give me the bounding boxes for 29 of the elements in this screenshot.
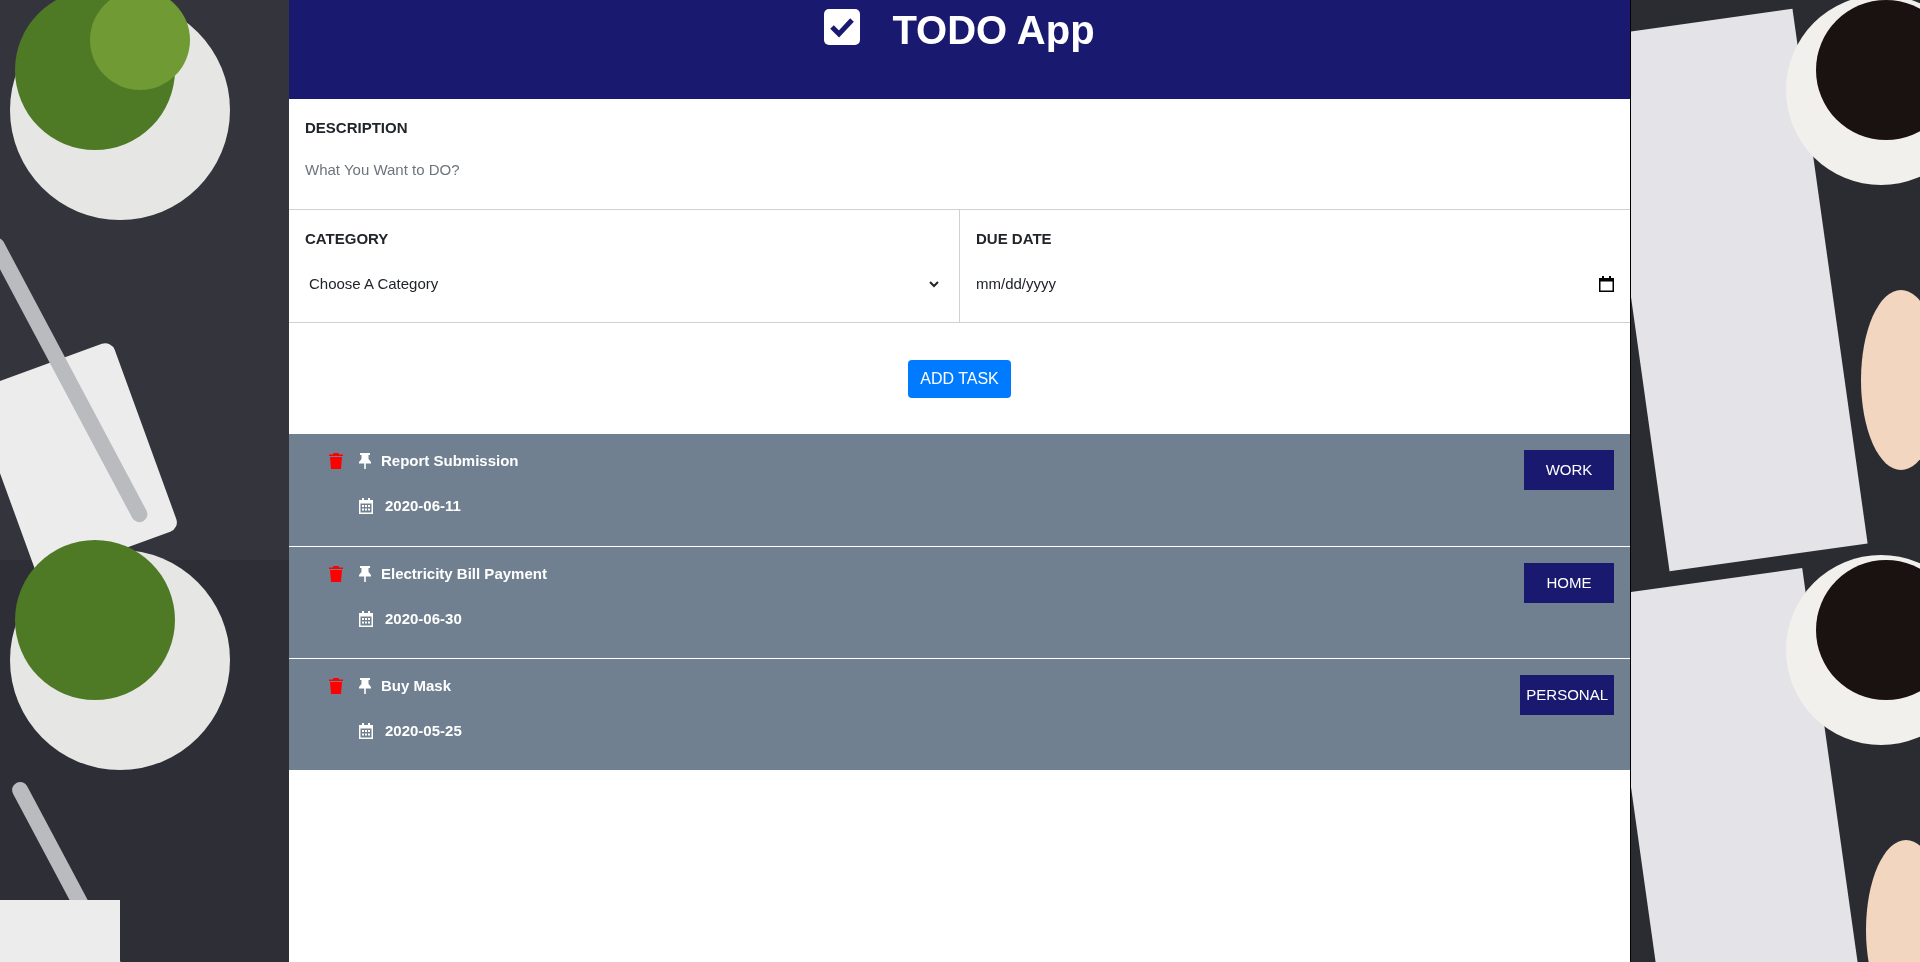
calendar-icon [359,497,373,514]
calendar-icon [359,610,373,627]
task-title: Electricity Bill Payment [381,564,547,584]
task-date: 2020-06-30 [385,608,462,629]
description-field[interactable]: What You Want to DO? [305,157,1614,181]
pin-icon [359,453,371,470]
task-title: Report Submission [381,451,519,471]
calendar-icon [359,722,373,739]
checkbox-icon [824,9,861,45]
category-badge: HOME [1524,563,1614,603]
field-label: DESCRIPTION [305,119,409,137]
app-title: TODO App [892,7,1095,54]
field-label: DUE DATE [976,230,1053,248]
chevron-down-icon [929,280,939,288]
pin-icon [359,566,371,583]
field-label: CATEGORY [305,230,390,248]
trash-icon[interactable] [329,678,343,695]
date-field[interactable]: mm/dd/yyyy [976,268,1614,300]
task-date: 2020-05-25 [385,720,462,741]
add-task-button[interactable]: ADD TASK [908,360,1011,398]
category-badge: WORK [1524,450,1614,490]
category-badge: PERSONAL [1520,675,1614,715]
category-select[interactable]: Choose A Category [305,268,943,300]
calendar-icon[interactable] [1599,276,1614,292]
trash-icon[interactable] [329,566,343,583]
task-title: Buy Mask [381,676,452,696]
task-date: 2020-06-11 [385,495,461,516]
pin-icon [359,678,371,695]
trash-icon[interactable] [329,453,343,470]
